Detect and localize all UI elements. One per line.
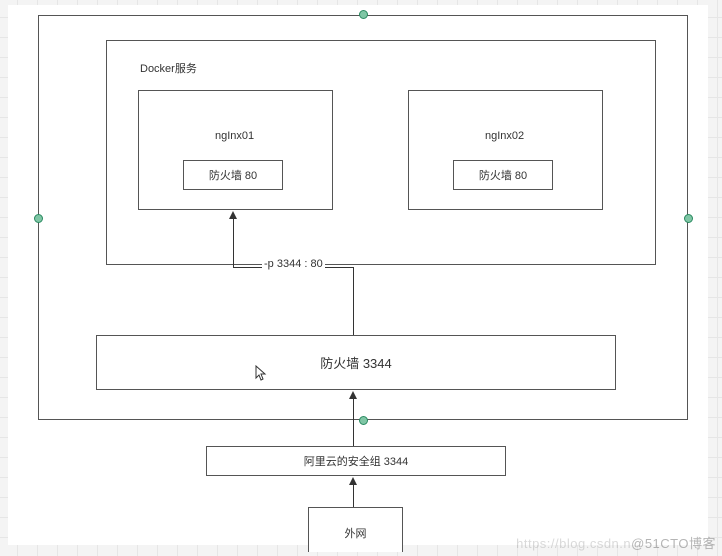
connector-line-v2 [233, 219, 234, 267]
nginx01-box[interactable] [138, 90, 333, 210]
connector-secgroup-line [353, 399, 354, 446]
nginx01-label: ngInx01 [213, 130, 256, 142]
external-network-label: 外网 [345, 525, 367, 541]
security-group-label: 阿里云的安全组 3344 [304, 453, 409, 469]
watermark-source: @51CTO博客 [631, 536, 716, 551]
arrowhead-to-secgroup [349, 477, 357, 485]
watermark-url: https://blog.csdn.n [516, 536, 631, 551]
port-map-label: -p 3344 : 80 [262, 258, 325, 270]
arrowhead-to-firewall [349, 391, 357, 399]
nginx02-firewall-box[interactable]: 防火墙 80 [453, 160, 553, 190]
diagram-canvas[interactable]: Docker服务 ngInx01 防火墙 80 ngInx02 防火墙 80 -… [8, 5, 708, 545]
watermark: https://blog.csdn.n@51CTO博客 [516, 533, 716, 552]
nginx02-firewall-label: 防火墙 80 [479, 167, 527, 183]
external-network-box[interactable]: 外网 [308, 507, 403, 552]
resize-handle-left[interactable] [34, 214, 43, 223]
resize-handle-right[interactable] [684, 214, 693, 223]
arrowhead-to-nginx01 [229, 211, 237, 219]
docker-service-label: Docker服务 [138, 60, 199, 76]
resize-handle-bottom[interactable] [359, 416, 368, 425]
nginx02-label: ngInx02 [483, 130, 526, 142]
resize-handle-top[interactable] [359, 10, 368, 19]
security-group-box[interactable]: 阿里云的安全组 3344 [206, 446, 506, 476]
connector-external-line [353, 484, 354, 507]
nginx02-box[interactable] [408, 90, 603, 210]
nginx01-firewall-box[interactable]: 防火墙 80 [183, 160, 283, 190]
firewall-main-box[interactable]: 防火墙 3344 [96, 335, 616, 390]
connector-line-v1 [353, 267, 354, 335]
nginx01-firewall-label: 防火墙 80 [209, 167, 257, 183]
firewall-main-label: 防火墙 3344 [320, 353, 392, 372]
